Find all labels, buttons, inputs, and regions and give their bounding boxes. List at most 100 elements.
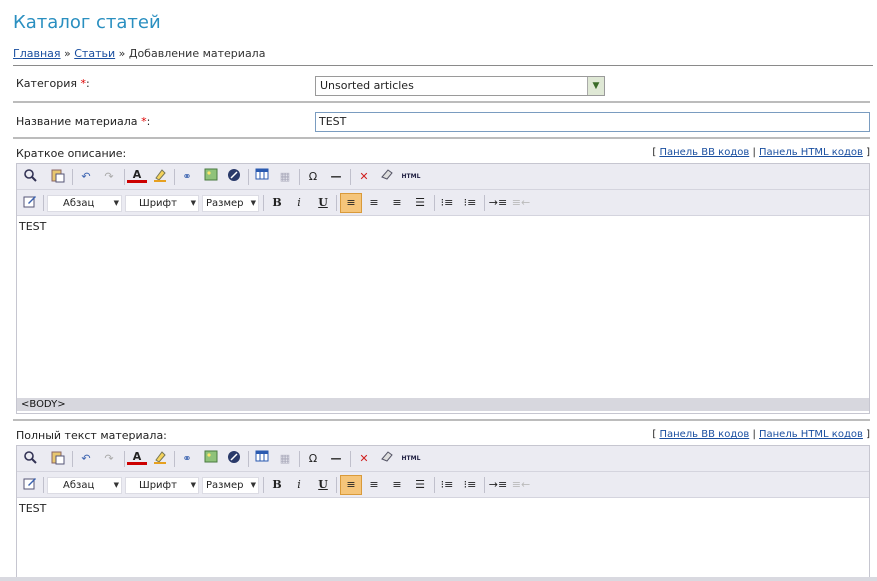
format-dropdown[interactable]: Абзац ▼: [47, 477, 122, 494]
panel-links: [ Панель BB кодов | Панель HTML кодов ]: [652, 147, 870, 158]
paste-icon[interactable]: [47, 450, 67, 468]
bullet-list-icon[interactable]: ⁝≡: [460, 194, 480, 212]
title-input[interactable]: TEST: [315, 112, 870, 132]
bullet-list-icon[interactable]: ⁝≡: [460, 476, 480, 494]
chevron-down-icon: ▼: [250, 481, 256, 489]
table-icon[interactable]: [252, 450, 272, 468]
editor-toolbar-top: ↶ ↷ A ⚭ ▦ Ω — ✕ HTML: [17, 164, 869, 190]
align-justify-icon[interactable]: ☰: [410, 476, 430, 494]
horizontal-rule-icon[interactable]: —: [326, 450, 346, 468]
chevron-down-icon: ▼: [113, 199, 119, 207]
breadcrumb-current: Добавление материала: [128, 47, 266, 60]
full-text-editor: ↶ ↷ A ⚭ ▦ Ω — ✕ HTML Абзац ▼ Шрифт ▼ Раз…: [16, 445, 870, 581]
italic-button[interactable]: i: [289, 194, 309, 212]
table-edit-icon[interactable]: ▦: [275, 450, 295, 468]
highlight-color-icon[interactable]: [150, 168, 170, 186]
paste-icon[interactable]: [47, 168, 67, 186]
category-select-value: Unsorted articles: [320, 79, 414, 92]
format-dropdown[interactable]: Абзац ▼: [47, 195, 122, 212]
align-center-icon[interactable]: ≡: [364, 476, 384, 494]
outdent-icon[interactable]: ≡←: [511, 194, 531, 212]
special-char-icon[interactable]: Ω: [303, 450, 323, 468]
remove-format-icon[interactable]: ✕: [354, 450, 374, 468]
numbered-list-icon[interactable]: ⁝≡: [437, 194, 457, 212]
undo-icon[interactable]: ↶: [76, 450, 96, 468]
indent-icon[interactable]: →≡: [488, 194, 508, 212]
bb-codes-panel-link[interactable]: Панель BB кодов: [659, 147, 749, 158]
short-description-label: Краткое описание:: [16, 147, 127, 160]
redo-icon[interactable]: ↷: [99, 168, 119, 186]
short-description-editor: ↶ ↷ A ⚭ ▦ Ω — ✕ HTML Абзац ▼ Шрифт ▼ Раз…: [16, 163, 870, 414]
remove-format-icon[interactable]: ✕: [354, 168, 374, 186]
chevron-down-icon[interactable]: ▼: [587, 77, 604, 95]
page-title: Каталог статей: [13, 12, 161, 33]
category-select[interactable]: Unsorted articles ▼: [315, 76, 605, 96]
undo-icon[interactable]: ↶: [76, 168, 96, 186]
align-left-icon[interactable]: ≡: [340, 475, 362, 495]
divider: [13, 101, 870, 103]
breadcrumb: Главная » Статьи » Добавление материала: [13, 47, 265, 60]
special-char-icon[interactable]: Ω: [303, 168, 323, 186]
edit-icon[interactable]: [20, 476, 40, 494]
link-icon[interactable]: ⚭: [177, 168, 197, 186]
underline-button[interactable]: U: [313, 476, 333, 494]
table-edit-icon[interactable]: ▦: [275, 168, 295, 186]
chevron-down-icon: ▼: [250, 199, 256, 207]
editor-toolbar-bottom: Абзац ▼ Шрифт ▼ Размер ▼ B i U ≡ ≡ ≡ ☰ ⁝≡ ⁝…: [17, 190, 869, 216]
font-dropdown[interactable]: Шрифт ▼: [125, 477, 199, 494]
redo-icon[interactable]: ↷: [99, 450, 119, 468]
bb-codes-panel-link[interactable]: Панель BB кодов: [659, 429, 749, 440]
divider: [13, 137, 870, 139]
size-dropdown[interactable]: Размер ▼: [202, 195, 259, 212]
underline-button[interactable]: U: [313, 194, 333, 212]
text-color-icon[interactable]: A: [127, 168, 147, 183]
chevron-down-icon: ▼: [113, 481, 119, 489]
text-color-icon[interactable]: A: [127, 450, 147, 465]
horizontal-rule-icon[interactable]: —: [326, 168, 346, 186]
editor-toolbar-bottom: Абзац ▼ Шрифт ▼ Размер ▼ B i U ≡ ≡ ≡ ☰ ⁝≡ ⁝…: [17, 472, 869, 498]
html-codes-panel-link[interactable]: Панель HTML кодов: [759, 429, 863, 440]
html-source-button[interactable]: HTML: [401, 168, 421, 186]
breadcrumb-separator: »: [64, 47, 71, 60]
align-center-icon[interactable]: ≡: [364, 194, 384, 212]
category-label: Категория *:: [16, 77, 90, 90]
search-icon[interactable]: [20, 450, 40, 468]
html-source-button[interactable]: HTML: [401, 450, 421, 468]
numbered-list-icon[interactable]: ⁝≡: [437, 476, 457, 494]
image-icon[interactable]: [201, 168, 221, 186]
flash-icon[interactable]: [224, 168, 244, 186]
align-right-icon[interactable]: ≡: [387, 476, 407, 494]
size-dropdown[interactable]: Размер ▼: [202, 477, 259, 494]
eraser-icon[interactable]: [377, 450, 397, 468]
html-codes-panel-link[interactable]: Панель HTML кодов: [759, 147, 863, 158]
divider: [13, 65, 873, 66]
indent-icon[interactable]: →≡: [488, 476, 508, 494]
align-left-icon[interactable]: ≡: [340, 193, 362, 213]
image-icon[interactable]: [201, 450, 221, 468]
breadcrumb-articles-link[interactable]: Статьи: [74, 47, 115, 60]
highlight-color-icon[interactable]: [150, 450, 170, 468]
full-text-label: Полный текст материала:: [16, 429, 167, 442]
edit-icon[interactable]: [20, 194, 40, 212]
flash-icon[interactable]: [224, 450, 244, 468]
search-icon[interactable]: [20, 168, 40, 186]
bold-button[interactable]: B: [267, 194, 287, 212]
outdent-icon[interactable]: ≡←: [511, 476, 531, 494]
editor-status-path: <BODY>: [17, 398, 869, 411]
align-right-icon[interactable]: ≡: [387, 194, 407, 212]
bold-button[interactable]: B: [267, 476, 287, 494]
align-justify-icon[interactable]: ☰: [410, 194, 430, 212]
eraser-icon[interactable]: [377, 168, 397, 186]
full-text-textarea[interactable]: TEST: [17, 498, 869, 580]
italic-button[interactable]: i: [289, 476, 309, 494]
panel-links: [ Панель BB кодов | Панель HTML кодов ]: [652, 429, 870, 440]
chevron-down-icon: ▼: [190, 481, 196, 489]
breadcrumb-home-link[interactable]: Главная: [13, 47, 61, 60]
link-icon[interactable]: ⚭: [177, 450, 197, 468]
editor-toolbar-top: ↶ ↷ A ⚭ ▦ Ω — ✕ HTML: [17, 446, 869, 472]
font-dropdown[interactable]: Шрифт ▼: [125, 195, 199, 212]
breadcrumb-separator: »: [118, 47, 126, 60]
name-label: Название материала *:: [16, 115, 151, 128]
table-icon[interactable]: [252, 168, 272, 186]
short-description-textarea[interactable]: TEST: [17, 216, 869, 398]
